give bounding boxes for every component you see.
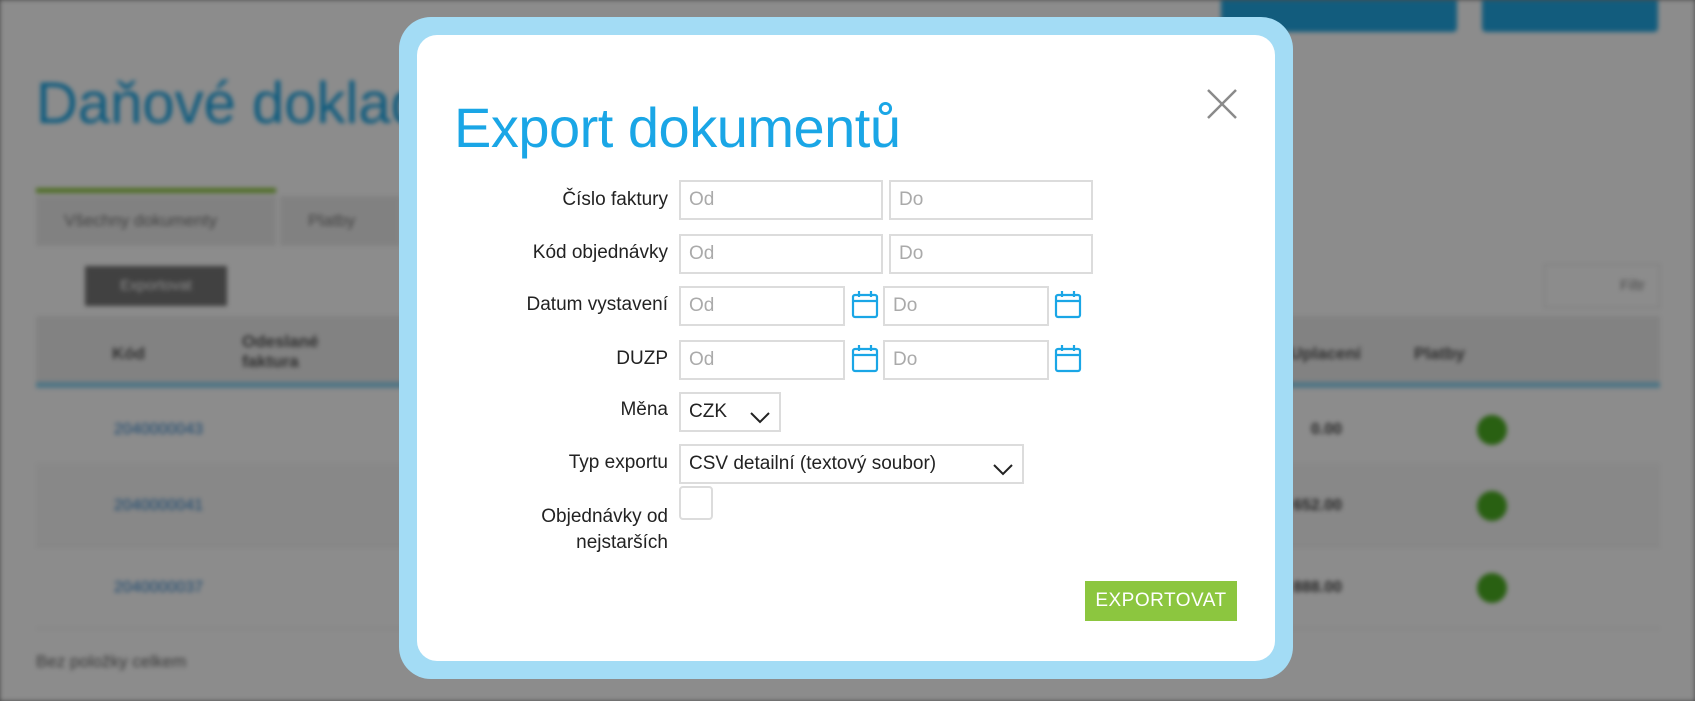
export-type-value: CSV detailní (textový soubor) [689, 453, 937, 474]
export-button[interactable]: EXPORTOVAT [1085, 581, 1237, 621]
oldest-orders-label-line1: Objednávky od [541, 506, 668, 527]
export-modal: Export dokumentů Číslo faktury Kód objed… [417, 35, 1275, 661]
issue-date-label: Datum vystavení [526, 294, 669, 315]
oldest-orders-checkbox[interactable] [679, 486, 713, 520]
invoice-number-from-input[interactable] [679, 180, 883, 220]
issue-date-from-input[interactable] [679, 286, 845, 326]
duzp-from-input[interactable] [679, 340, 845, 380]
export-type-label: Typ exportu [568, 452, 668, 473]
currency-label: Měna [620, 399, 668, 420]
calendar-icon[interactable] [851, 289, 879, 319]
order-code-label: Kód objednávky [532, 242, 668, 263]
currency-select[interactable]: CZK [679, 392, 781, 432]
modal-frame: Export dokumentů Číslo faktury Kód objed… [399, 17, 1293, 679]
invoice-number-label: Číslo faktury [562, 189, 668, 210]
invoice-number-to-input[interactable] [889, 180, 1093, 220]
close-icon[interactable] [1205, 87, 1239, 121]
modal-title: Export dokumentů [454, 96, 901, 159]
calendar-icon[interactable] [851, 343, 879, 373]
chevron-down-icon [992, 455, 1014, 476]
oldest-orders-label-line2: nejstarších [576, 532, 668, 553]
duzp-label: DUZP [616, 348, 668, 369]
order-code-from-input[interactable] [679, 234, 883, 274]
export-type-select[interactable]: CSV detailní (textový soubor) [679, 444, 1024, 484]
calendar-icon[interactable] [1054, 343, 1082, 373]
calendar-icon[interactable] [1054, 289, 1082, 319]
currency-value: CZK [689, 401, 727, 422]
issue-date-to-input[interactable] [883, 286, 1049, 326]
chevron-down-icon [749, 403, 771, 424]
duzp-to-input[interactable] [883, 340, 1049, 380]
order-code-to-input[interactable] [889, 234, 1093, 274]
